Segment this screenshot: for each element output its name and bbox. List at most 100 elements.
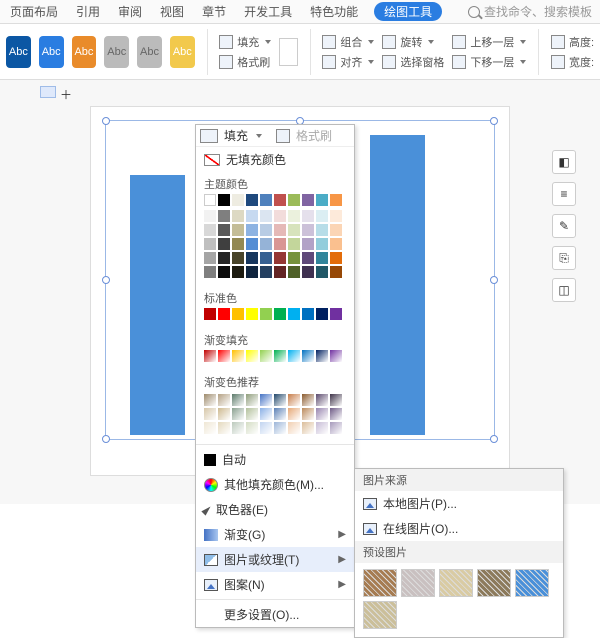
tool-shape[interactable]: ◧ [552,150,576,174]
color-swatch[interactable] [260,238,272,250]
color-swatch[interactable] [302,266,314,278]
select-pane-button[interactable]: 选择窗格 [382,54,444,70]
tab-special[interactable]: 特色功能 [308,3,360,20]
tool-pen[interactable]: ✎ [552,214,576,238]
tool-text[interactable]: ≡ [552,182,576,206]
color-swatch[interactable] [288,308,300,320]
color-swatch[interactable] [218,252,230,264]
texture-swatch[interactable] [515,569,549,597]
tab-section[interactable]: 章节 [200,3,228,20]
color-swatch[interactable] [330,422,342,434]
color-swatch[interactable] [260,210,272,222]
color-swatch[interactable] [260,408,272,420]
texture-swatch[interactable] [477,569,511,597]
search-box[interactable]: 查找命令、搜索模板 [468,3,592,20]
shape-style-3[interactable]: Abc [72,36,97,68]
color-swatch[interactable] [246,422,258,434]
color-swatch[interactable] [260,194,272,206]
color-swatch[interactable] [302,210,314,222]
color-swatch[interactable] [246,210,258,222]
color-swatch[interactable] [232,224,244,236]
tab-review[interactable]: 审阅 [116,3,144,20]
color-swatch[interactable] [316,194,328,206]
color-swatch[interactable] [246,194,258,206]
text-direction-button[interactable] [279,38,298,66]
handle-w[interactable] [102,276,110,284]
color-swatch[interactable] [302,422,314,434]
fill-button[interactable]: 填充 [219,34,271,50]
color-swatch[interactable] [246,238,258,250]
tab-page-layout[interactable]: 页面布局 [8,3,60,20]
send-backward-button[interactable]: 下移一层 [452,54,526,70]
tab-drawing-tools[interactable]: 绘图工具 [374,2,442,21]
color-swatch[interactable] [246,408,258,420]
color-swatch[interactable] [246,394,258,406]
rotate-button[interactable]: 旋转 [382,34,444,50]
align-button[interactable]: 对齐 [322,54,374,70]
color-swatch[interactable] [288,224,300,236]
color-swatch[interactable] [260,394,272,406]
color-swatch[interactable] [204,394,216,406]
color-swatch[interactable] [302,194,314,206]
color-swatch[interactable] [204,350,216,362]
color-swatch[interactable] [232,308,244,320]
auto-color-item[interactable]: 自动 [196,447,354,472]
color-swatch[interactable] [330,308,342,320]
color-swatch[interactable] [218,266,230,278]
color-swatch[interactable] [260,224,272,236]
color-swatch[interactable] [288,350,300,362]
color-swatch[interactable] [330,194,342,206]
color-swatch[interactable] [316,210,328,222]
tab-dev-tools[interactable]: 开发工具 [242,3,294,20]
color-swatch[interactable] [316,224,328,236]
color-swatch[interactable] [302,252,314,264]
color-swatch[interactable] [232,394,244,406]
color-swatch[interactable] [204,422,216,434]
color-swatch[interactable] [302,394,314,406]
handle-sw[interactable] [102,435,110,443]
color-swatch[interactable] [218,210,230,222]
color-swatch[interactable] [316,266,328,278]
color-swatch[interactable] [274,408,286,420]
picture-texture-item[interactable]: 图片或纹理(T)▶ [196,547,354,572]
color-swatch[interactable] [330,210,342,222]
pattern-item[interactable]: 图案(N)▶ [196,572,354,597]
color-swatch[interactable] [288,408,300,420]
color-swatch[interactable] [232,422,244,434]
handle-nw[interactable] [102,117,110,125]
handle-ne[interactable] [490,117,498,125]
color-swatch[interactable] [330,238,342,250]
no-fill-item[interactable]: 无填充颜色 [196,147,354,172]
color-swatch[interactable] [330,394,342,406]
color-swatch[interactable] [330,224,342,236]
color-swatch[interactable] [316,408,328,420]
group-button[interactable]: 组合 [322,34,374,50]
tab-references[interactable]: 引用 [74,3,102,20]
document-tab[interactable] [40,86,56,98]
color-swatch[interactable] [302,350,314,362]
color-swatch[interactable] [274,252,286,264]
color-swatch[interactable] [218,238,230,250]
color-swatch[interactable] [260,422,272,434]
tab-view[interactable]: 视图 [158,3,186,20]
color-swatch[interactable] [218,408,230,420]
color-swatch[interactable] [316,308,328,320]
texture-swatch[interactable] [401,569,435,597]
color-swatch[interactable] [330,408,342,420]
color-swatch[interactable] [274,210,286,222]
color-swatch[interactable] [218,394,230,406]
color-swatch[interactable] [260,252,272,264]
color-swatch[interactable] [246,350,258,362]
color-swatch[interactable] [288,194,300,206]
color-swatch[interactable] [330,350,342,362]
color-swatch[interactable] [204,238,216,250]
more-colors-item[interactable]: 其他填充颜色(M)... [196,472,354,497]
color-swatch[interactable] [218,308,230,320]
eyedropper-item[interactable]: 取色器(E) [196,497,354,522]
color-swatch[interactable] [288,252,300,264]
color-swatch[interactable] [232,210,244,222]
color-swatch[interactable] [316,252,328,264]
handle-e[interactable] [490,276,498,284]
color-swatch[interactable] [274,238,286,250]
format-painter-button[interactable]: 格式刷 [219,54,271,70]
